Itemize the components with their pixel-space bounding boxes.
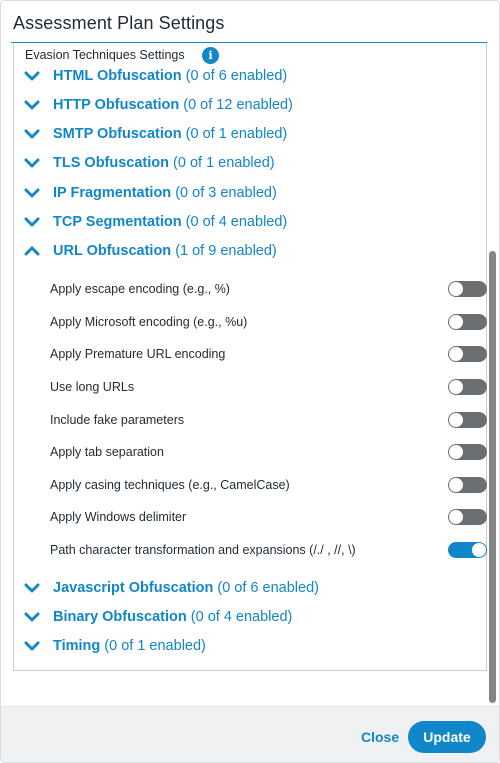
toggle-knob [449, 380, 463, 394]
panel-title: Evasion Techniques Settings [25, 48, 185, 62]
section-count: (0 of 6 enabled) [217, 580, 319, 596]
section-count: (0 of 12 enabled) [183, 97, 293, 113]
toggle-knob [449, 315, 463, 329]
dialog-header: Assessment Plan Settings [11, 1, 487, 43]
section-name: Javascript Obfuscation [53, 580, 214, 596]
option-label: Path character transformation and expans… [50, 543, 356, 557]
tab-separation-toggle[interactable] [448, 444, 487, 460]
option-fake-parameters: Include fake parameters [50, 410, 490, 432]
option-premature-url-encoding: Apply Premature URL encoding [50, 344, 490, 366]
option-label: Apply tab separation [50, 445, 164, 459]
microsoft-encoding-toggle[interactable] [448, 314, 487, 330]
evasion-techniques-panel: Evasion Techniques Settings i HTML Obfus… [13, 44, 487, 671]
escape-encoding-toggle[interactable] [448, 281, 487, 297]
section-name: SMTP Obfuscation [53, 126, 182, 142]
premature-url-encoding-toggle[interactable] [448, 346, 487, 362]
chevron-down-icon [24, 129, 40, 139]
chevron-down-icon [24, 612, 40, 622]
update-button[interactable]: Update [408, 721, 486, 753]
section-count: (0 of 4 enabled) [190, 609, 293, 625]
toggle-knob [472, 543, 486, 557]
casing-techniques-toggle[interactable] [448, 477, 487, 493]
long-urls-toggle[interactable] [448, 379, 487, 395]
section-count: (0 of 3 enabled) [175, 185, 277, 201]
option-long-urls: Use long URLs [50, 377, 490, 399]
section-count: (0 of 1 enabled) [173, 155, 275, 171]
section-smtp-obfuscation[interactable]: SMTP Obfuscation (0 of 1 enabled) [24, 124, 464, 146]
section-ip-fragmentation[interactable]: IP Fragmentation (0 of 3 enabled) [24, 183, 464, 205]
chevron-down-icon [24, 188, 40, 198]
chevron-down-icon [24, 641, 40, 651]
fake-parameters-toggle[interactable] [448, 412, 487, 428]
vertical-scrollbar[interactable] [489, 251, 496, 703]
toggle-knob [449, 478, 463, 492]
option-label: Apply casing techniques (e.g., CamelCase… [50, 478, 290, 492]
section-html-obfuscation[interactable]: HTML Obfuscation (0 of 6 enabled) [24, 66, 464, 88]
section-name: IP Fragmentation [53, 185, 172, 201]
option-label: Use long URLs [50, 380, 135, 394]
section-tcp-segmentation[interactable]: TCP Segmentation (0 of 4 enabled) [24, 212, 464, 234]
option-casing-techniques: Apply casing techniques (e.g., CamelCase… [50, 475, 490, 497]
chevron-down-icon [24, 100, 40, 110]
dialog-title: Assessment Plan Settings [13, 13, 225, 33]
section-count: (0 of 1 enabled) [185, 126, 288, 142]
option-windows-delimiter: Apply Windows delimiter [50, 507, 490, 529]
close-button[interactable]: Close [361, 729, 399, 745]
toggle-knob [449, 282, 463, 296]
chevron-down-icon [24, 158, 40, 168]
chevron-down-icon [24, 71, 40, 81]
section-name: Binary Obfuscation [53, 609, 187, 625]
chevron-down-icon [24, 583, 40, 593]
option-label: Apply escape encoding (e.g., %) [50, 282, 230, 296]
section-binary-obfuscation[interactable]: Binary Obfuscation (0 of 4 enabled) [24, 607, 464, 629]
option-label: Apply Premature URL encoding [50, 347, 226, 361]
section-count: (0 of 1 enabled) [104, 638, 206, 654]
section-count: (0 of 4 enabled) [185, 214, 288, 230]
section-timing[interactable]: Timing (0 of 1 enabled) [24, 636, 464, 658]
section-name: Timing [53, 638, 101, 654]
toggle-knob [449, 510, 463, 524]
path-transformation-toggle[interactable] [448, 542, 487, 558]
option-label: Apply Microsoft encoding (e.g., %u) [50, 315, 248, 329]
section-url-obfuscation[interactable]: URL Obfuscation (1 of 9 enabled) [24, 241, 464, 263]
section-count: (0 of 6 enabled) [185, 68, 288, 84]
section-name: HTML Obfuscation [53, 68, 182, 84]
assessment-plan-settings-dialog: Assessment Plan Settings Evasion Techniq… [0, 0, 500, 763]
section-name: TCP Segmentation [53, 214, 182, 230]
windows-delimiter-toggle[interactable] [448, 509, 487, 525]
option-label: Apply Windows delimiter [50, 510, 187, 524]
section-javascript-obfuscation[interactable]: Javascript Obfuscation (0 of 6 enabled) [24, 578, 464, 600]
dialog-footer: Close Update [1, 706, 499, 762]
chevron-up-icon [24, 246, 40, 256]
section-name: HTTP Obfuscation [53, 97, 180, 113]
toggle-knob [449, 445, 463, 459]
section-name: URL Obfuscation [53, 243, 172, 259]
toggle-knob [449, 347, 463, 361]
option-tab-separation: Apply tab separation [50, 442, 490, 464]
toggle-knob [449, 413, 463, 427]
info-icon[interactable]: i [202, 47, 219, 64]
option-microsoft-encoding: Apply Microsoft encoding (e.g., %u) [50, 312, 490, 334]
chevron-down-icon [24, 217, 40, 227]
option-label: Include fake parameters [50, 413, 185, 427]
section-name: TLS Obfuscation [53, 155, 169, 171]
option-escape-encoding: Apply escape encoding (e.g., %) [50, 279, 490, 301]
section-tls-obfuscation[interactable]: TLS Obfuscation (0 of 1 enabled) [24, 153, 464, 175]
section-count: (1 of 9 enabled) [175, 243, 277, 259]
option-path-character-transformation: Path character transformation and expans… [50, 540, 490, 562]
section-http-obfuscation[interactable]: HTTP Obfuscation (0 of 12 enabled) [24, 95, 464, 117]
